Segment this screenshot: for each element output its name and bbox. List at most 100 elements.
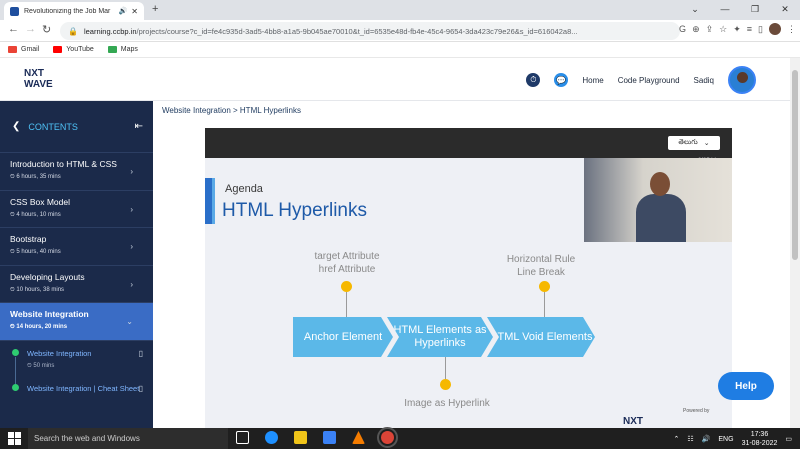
slide-brand-logo: NXT: [623, 416, 643, 427]
user-name[interactable]: Sadiq: [694, 76, 714, 85]
zoom-icon[interactable]: ⊕: [692, 24, 700, 35]
notifications-icon[interactable]: ▭: [785, 435, 792, 443]
chrome-icon[interactable]: [377, 427, 398, 448]
store-icon[interactable]: [323, 431, 336, 444]
lock-icon: 🔒: [68, 26, 78, 36]
speaker-icon[interactable]: 🔊: [119, 7, 128, 15]
bookmark-youtube[interactable]: YouTube: [53, 46, 94, 53]
module-item-active[interactable]: Website Integration ⏲ 14 hours, 20 mins …: [0, 303, 153, 341]
new-tab-icon[interactable]: +: [152, 3, 158, 15]
taskbar-clock[interactable]: 17:36 31-08-2022: [742, 430, 778, 448]
youtube-icon: [53, 46, 63, 53]
powered-by-label: Powered by: [683, 408, 710, 414]
media-icon[interactable]: ≡: [747, 24, 752, 34]
close-window-icon[interactable]: ✕: [770, 0, 800, 20]
browser-profile-avatar[interactable]: [769, 23, 781, 35]
breadcrumb: Website Integration > HTML Hyperlinks: [162, 106, 301, 115]
url-host: learning.ccbp.in: [83, 26, 137, 36]
title-accent-bar: [205, 178, 212, 224]
extensions-icon[interactable]: ✦: [733, 24, 741, 35]
nav-home[interactable]: Home: [582, 76, 603, 85]
task-view-icon[interactable]: [236, 431, 249, 444]
contents-header: ❮ CONTENTS ⇤: [0, 101, 153, 153]
instructor-webcam: [584, 158, 732, 242]
sidepanel-icon[interactable]: ▯: [758, 24, 763, 35]
contents-label: CONTENTS: [28, 121, 78, 132]
instructor-figure: [636, 172, 686, 242]
stopwatch-icon[interactable]: ⏱: [526, 73, 541, 87]
module-item[interactable]: Bootstrap ⏲ 5 hours, 40 mins ›: [0, 228, 153, 266]
language-select[interactable]: తెలుగు ⌄: [668, 136, 720, 150]
google-icon[interactable]: G: [679, 24, 686, 34]
subitem-cheat-sheet[interactable]: Website Integration | Cheat Sheet ▯: [0, 376, 153, 399]
maximize-icon[interactable]: ❐: [740, 0, 770, 20]
chevron-down-icon: ⌄: [703, 140, 710, 147]
language-icon[interactable]: ENG: [718, 436, 733, 443]
taskbar-apps: [236, 427, 398, 448]
connector-dot: [539, 281, 550, 292]
module-item[interactable]: CSS Box Model ⏲ 4 hours, 10 mins ›: [0, 191, 153, 228]
reload-icon[interactable]: ↻: [42, 23, 51, 36]
close-tab-icon[interactable]: ✕: [131, 7, 138, 16]
windows-start-icon[interactable]: [8, 432, 21, 445]
menu-icon[interactable]: ⋮: [787, 24, 796, 35]
slide-agenda: Agenda: [225, 183, 263, 195]
chat-icon[interactable]: 💬: [554, 73, 569, 87]
nxtwave-logo[interactable]: NXT WAVE: [24, 68, 53, 90]
volume-icon[interactable]: 🔊: [702, 435, 711, 443]
nav-code-playground[interactable]: Code Playground: [618, 76, 680, 85]
chevron-down-icon: ⌄: [126, 317, 133, 326]
connector-dot: [440, 379, 451, 390]
site-header: NXT WAVE ⏱ 💬 Home Code Playground Sadiq: [0, 58, 790, 101]
module-item[interactable]: Introduction to HTML & CSS ⏲ 6 hours, 35…: [0, 153, 153, 191]
vlc-icon[interactable]: [352, 431, 365, 444]
share-icon[interactable]: ⇪: [706, 24, 714, 35]
flow-step-anchor: Anchor Element: [293, 317, 393, 357]
chevron-right-icon: ›: [130, 242, 133, 251]
user-avatar[interactable]: [728, 66, 756, 94]
header-nav: ⏱ 💬 Home Code Playground Sadiq: [526, 66, 756, 94]
taskbar-search[interactable]: Search the web and Windows: [28, 428, 228, 449]
site-favicon-icon: [10, 6, 19, 16]
scrollbar-thumb[interactable]: [792, 70, 798, 260]
chevron-up-icon[interactable]: ⌃: [674, 435, 680, 443]
completed-check-icon: [12, 383, 19, 391]
chevron-left-icon[interactable]: ❮: [12, 121, 20, 132]
star-icon[interactable]: ☆: [719, 24, 727, 35]
bookmark-gmail[interactable]: Gmail: [8, 46, 39, 53]
forward-icon[interactable]: →: [25, 23, 36, 35]
back-icon[interactable]: ←: [8, 23, 19, 35]
edge-icon[interactable]: [265, 431, 278, 444]
collapse-sidebar-icon[interactable]: ⇤: [135, 121, 143, 132]
flow-step-elements-as-hyperlinks: HTML Elements as Hyperlinks: [387, 317, 493, 357]
chevron-down-icon[interactable]: ⌄: [680, 0, 710, 20]
gmail-icon: [8, 46, 17, 53]
browser-tab[interactable]: Revolutionizing the Job Mar 🔊 ✕: [4, 2, 144, 20]
flow-step-void-elements: HTML Void Elements: [487, 317, 595, 357]
module-item[interactable]: Developing Layouts ⏲ 10 hours, 38 mins ›: [0, 266, 153, 303]
label-bottom: Image as Hyperlink: [404, 398, 490, 409]
chevron-right-icon: ›: [130, 167, 133, 176]
title-accent-bar: [212, 178, 215, 224]
connector-line: [445, 357, 446, 379]
book-icon: ▯: [138, 383, 143, 393]
minimize-icon[interactable]: —: [710, 0, 740, 20]
help-button[interactable]: Help: [718, 372, 774, 400]
browser-tabbar: Revolutionizing the Job Mar 🔊 ✕ + ⌄ — ❐ …: [0, 0, 800, 20]
video-player[interactable]: తెలుగు ⌄ 9f8544 Agenda HTML Hyperlinks t…: [205, 128, 732, 428]
concept-flow: Anchor Element HTML Elements as Hyperlin…: [293, 317, 595, 357]
file-explorer-icon[interactable]: [294, 431, 307, 444]
tab-title: Revolutionizing the Job Mar: [24, 7, 111, 15]
url-path: /projects/course?c_id=fe4c935d-3ad5-4bb8…: [136, 26, 578, 36]
subitem-website-integration[interactable]: Website Integration ⏲ 50 mins ▯: [0, 341, 153, 389]
connector-line: [544, 292, 545, 317]
page-scrollbar[interactable]: [790, 58, 800, 428]
slide-title: HTML Hyperlinks: [222, 200, 367, 221]
network-icon[interactable]: ☷: [687, 435, 693, 443]
browser-toolbar-icons: G ⊕ ⇪ ☆ ✦ ≡ ▯ ⋮: [679, 23, 796, 35]
player-topbar: తెలుగు ⌄: [205, 128, 732, 158]
url-field[interactable]: 🔒 learning.ccbp.in/projects/course?c_id=…: [60, 22, 680, 40]
bookmark-maps[interactable]: Maps: [107, 46, 138, 53]
windows-taskbar: Search the web and Windows ⌃ ☷ 🔊 ENG 17:…: [0, 427, 800, 449]
maps-icon: [107, 46, 117, 53]
